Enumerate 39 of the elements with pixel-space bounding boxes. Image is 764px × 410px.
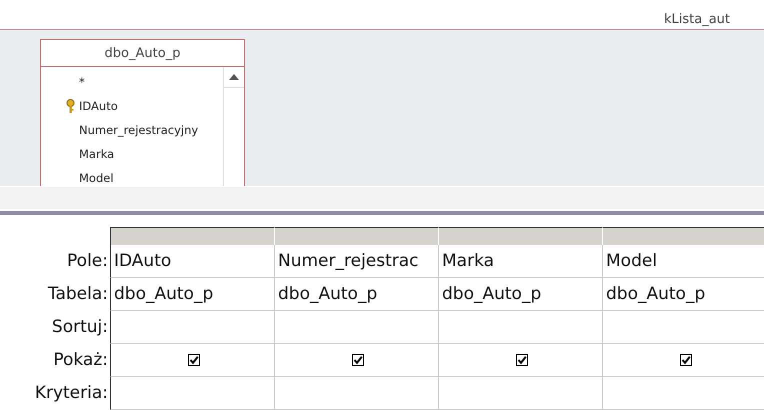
row-label: Pokaż: bbox=[52, 349, 109, 372]
scroll-up-arrow-icon[interactable] bbox=[229, 74, 239, 80]
show-checkbox[interactable] bbox=[680, 354, 692, 366]
field-name[interactable]: Numer_rejestracyjny bbox=[79, 123, 198, 137]
table-cell[interactable]: dbo_Auto_p bbox=[110, 278, 274, 311]
criteria-cell[interactable] bbox=[438, 377, 602, 410]
column-selector[interactable] bbox=[274, 227, 438, 245]
table-cell[interactable]: dbo_Auto_p bbox=[602, 278, 764, 311]
field-name[interactable]: * bbox=[79, 75, 85, 89]
field-name[interactable]: Marka bbox=[79, 147, 114, 161]
column-selector[interactable] bbox=[110, 227, 274, 245]
show-checkbox[interactable] bbox=[188, 354, 200, 366]
sort-cell[interactable] bbox=[438, 311, 602, 344]
field-cell[interactable]: Numer_rejestrac bbox=[274, 245, 438, 278]
show-checkbox[interactable] bbox=[352, 354, 364, 366]
table-title[interactable]: dbo_Auto_p bbox=[104, 46, 180, 60]
scrollbar[interactable] bbox=[223, 67, 244, 186]
row-label: Sortuj: bbox=[50, 316, 109, 339]
row-label: Kryteria: bbox=[34, 382, 109, 405]
field-name[interactable]: IDAuto bbox=[79, 99, 118, 113]
criteria-cell[interactable] bbox=[110, 377, 274, 410]
query-tab-title[interactable]: kLista_aut bbox=[664, 12, 730, 29]
pane-separator[interactable] bbox=[0, 186, 764, 209]
column-selector[interactable] bbox=[602, 227, 764, 245]
row-label: Pole: bbox=[66, 250, 109, 273]
row-label: Tabela: bbox=[46, 283, 109, 306]
sort-cell[interactable] bbox=[274, 311, 438, 344]
field-name[interactable]: Model bbox=[79, 171, 114, 185]
criteria-cell[interactable] bbox=[274, 377, 438, 410]
column-selector[interactable] bbox=[438, 227, 602, 245]
show-checkbox[interactable] bbox=[516, 354, 528, 366]
criteria-cell[interactable] bbox=[602, 377, 764, 410]
table-cell[interactable]: dbo_Auto_p bbox=[274, 278, 438, 311]
sort-cell[interactable] bbox=[602, 311, 764, 344]
field-cell[interactable]: IDAuto bbox=[110, 245, 274, 278]
field-cell[interactable]: Marka bbox=[438, 245, 602, 278]
table-cell[interactable]: dbo_Auto_p bbox=[438, 278, 602, 311]
field-cell[interactable]: Model bbox=[602, 245, 764, 278]
sort-cell[interactable] bbox=[110, 311, 274, 344]
